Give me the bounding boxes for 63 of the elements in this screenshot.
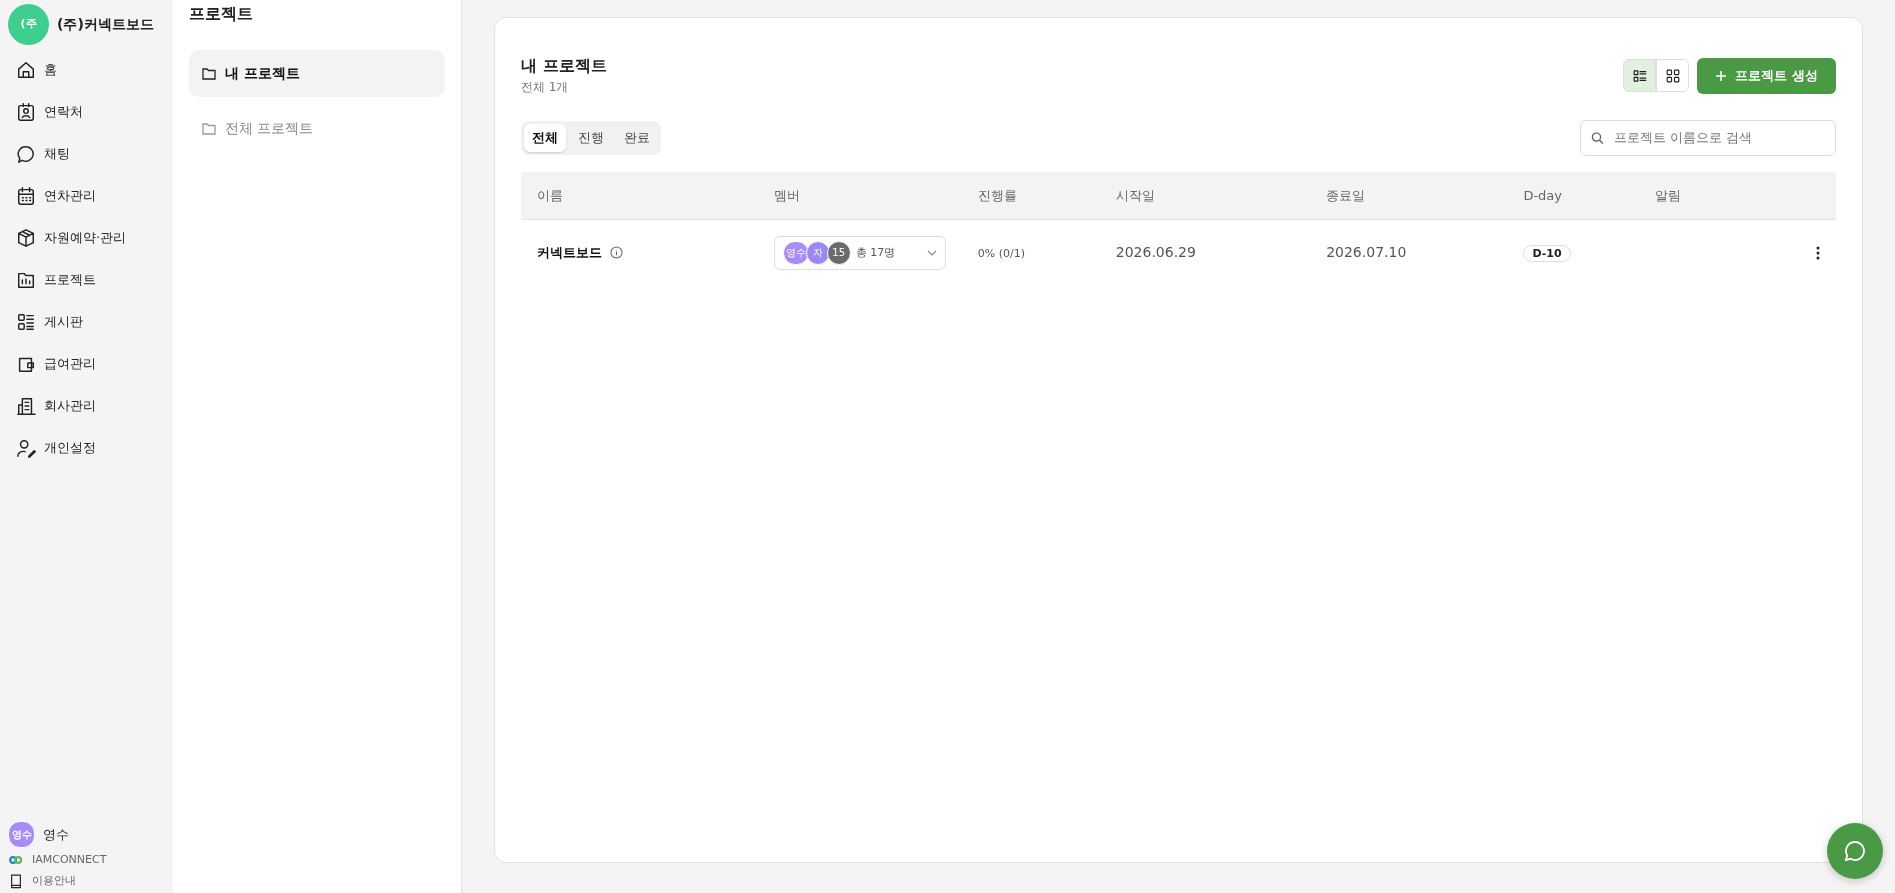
column-header: 멤버 — [773, 187, 800, 203]
panel-title: 프로젝트 — [189, 3, 254, 25]
member-dropdown[interactable]: 영수 자 15 총 17명 — [773, 235, 946, 270]
list-view-icon — [1631, 67, 1648, 84]
filter-tab[interactable]: 전체 — [524, 124, 566, 152]
nav-item[interactable]: 자원예약·관리 — [8, 221, 165, 255]
progress-text: 0% (0/1) — [977, 247, 1025, 260]
book-icon — [8, 872, 24, 889]
filter-tab[interactable]: 진행 — [570, 124, 612, 152]
create-project-button[interactable]: 프로젝트 생성 — [1697, 58, 1836, 94]
column-header: 종료일 — [1326, 187, 1366, 203]
user-avatar: 영수 — [8, 821, 35, 848]
project-name[interactable]: 커넥트보드 — [537, 243, 602, 263]
page-title: 내 프로젝트 — [521, 55, 607, 77]
view-toggle-button[interactable] — [1656, 59, 1690, 93]
speech-bubble-icon — [16, 144, 36, 164]
folder-icon — [201, 120, 217, 137]
view-toggle-button[interactable] — [1623, 59, 1657, 93]
box-icon — [16, 228, 36, 248]
company-logo: (주 — [8, 4, 49, 45]
grid-view-icon — [1664, 67, 1681, 84]
nav-item[interactable]: 게시판 — [8, 305, 165, 339]
brand-link[interactable]: IAMCONNECT — [8, 852, 165, 869]
nav-item[interactable]: 연차관리 — [8, 179, 165, 213]
calendar-icon — [16, 186, 36, 206]
home-icon — [16, 60, 36, 80]
nav-item[interactable]: 프로젝트 — [8, 263, 165, 297]
guide-link[interactable]: 이용안내 — [8, 872, 165, 889]
chat-icon — [1843, 839, 1867, 863]
plus-icon — [1715, 69, 1728, 82]
nav-item[interactable]: 회사관리 — [8, 389, 165, 423]
project-count: 전체 1개 — [521, 79, 570, 96]
end-date: 2026.07.10 — [1326, 244, 1407, 261]
search-field[interactable]: 프로젝트 이름으로 검색 — [1580, 120, 1836, 156]
member-avatar: 영수 — [782, 240, 809, 265]
folder-chart-icon — [16, 270, 36, 290]
column-header: D-day — [1523, 187, 1562, 203]
info-icon[interactable] — [610, 246, 623, 260]
nav-item[interactable]: 채팅 — [8, 137, 165, 171]
company-name: (주)커넥트보드 — [57, 15, 154, 34]
filter-tab[interactable]: 완료 — [616, 124, 658, 152]
column-header: 진행률 — [977, 187, 1017, 203]
member-avatar: 15 — [826, 240, 851, 265]
nav-item[interactable]: 홈 — [8, 53, 165, 87]
nav-item[interactable]: 개인설정 — [8, 431, 165, 465]
list-icon — [16, 312, 36, 332]
search-icon — [1591, 130, 1604, 145]
nav-item[interactable]: 연락처 — [8, 95, 165, 129]
building-icon — [16, 396, 36, 416]
column-header: 시작일 — [1115, 187, 1155, 203]
user-name[interactable]: 영수 — [43, 824, 69, 845]
column-header: 이름 — [537, 187, 563, 203]
chat-button[interactable] — [1827, 823, 1883, 879]
start-date: 2026.06.29 — [1115, 244, 1196, 261]
column-header: 알림 — [1654, 187, 1681, 203]
project-menu-item[interactable]: 전체 프로젝트 — [189, 105, 445, 152]
member-avatar: 자 — [805, 240, 830, 265]
nav-item[interactable]: 급여관리 — [8, 347, 165, 381]
more-options-icon[interactable] — [1816, 245, 1820, 260]
folder-icon — [201, 65, 217, 82]
user-edit-icon — [16, 438, 36, 458]
project-menu-item[interactable]: 내 프로젝트 — [189, 50, 445, 97]
contact-card-icon — [16, 102, 36, 122]
